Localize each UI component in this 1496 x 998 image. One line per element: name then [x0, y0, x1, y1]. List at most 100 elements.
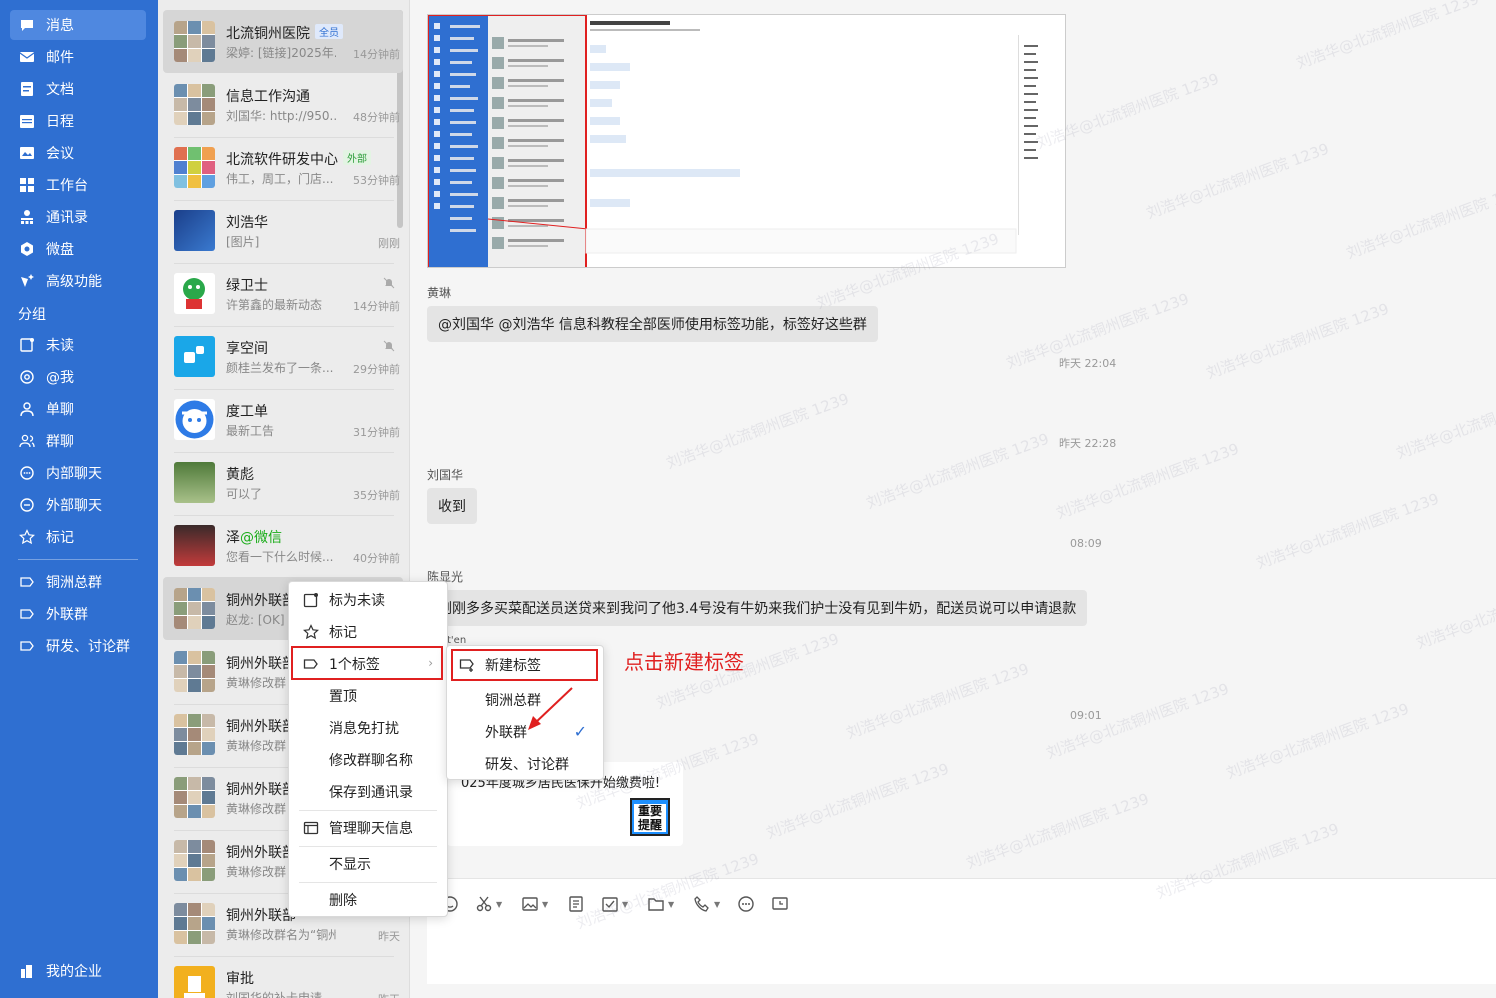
- menu-manage-chat[interactable]: 管理聊天信息: [289, 812, 447, 844]
- chat-list-item[interactable]: 享空间 颜桂兰发布了一条... 29分钟前: [163, 325, 403, 388]
- menu-mute[interactable]: 消息免打扰: [289, 712, 447, 744]
- chat-list-item[interactable]: 度工单 最新工告 31分钟前: [163, 388, 403, 451]
- chat-name: 度工单: [226, 401, 268, 421]
- message-bubble[interactable]: 刚刚多多买菜配送员送贷来到我问了他3.4号没有牛奶来我们护士没有见到牛奶，配送员…: [427, 590, 1088, 626]
- nav-item-label: 会议: [46, 146, 74, 162]
- chat-list-item[interactable]: 北流铜州医院 全员 梁婷: [链接]2025年... 14分钟前: [163, 10, 403, 73]
- chat-list-item[interactable]: 信息工作沟通 刘国华: http://950... 48分钟前: [163, 73, 403, 136]
- message-timestamp: 昨天 22:04: [1059, 357, 1117, 370]
- nav-group-at-me[interactable]: @我: [10, 362, 146, 392]
- nav-item-calendar[interactable]: 日程: [10, 106, 146, 136]
- nav-item-label: 消息: [46, 18, 74, 34]
- chat-time: 29分钟前: [353, 363, 400, 376]
- screenshot-button[interactable]: ▼: [475, 893, 502, 915]
- schedule-button[interactable]: [771, 893, 789, 915]
- nav-tag-external[interactable]: 外联群: [10, 599, 146, 629]
- nav-item-drive[interactable]: 微盘: [10, 234, 146, 264]
- watermark-text: 刘浩华@北流铜州医院 1239: [763, 759, 952, 843]
- menu-mark-unread[interactable]: 标为未读: [289, 584, 447, 616]
- submenu-new-tag[interactable]: 新建标签: [447, 649, 603, 681]
- image-icon: [522, 897, 538, 911]
- nav-item-contacts[interactable]: 通讯录: [10, 202, 146, 232]
- call-button[interactable]: ▼: [693, 893, 720, 915]
- tag-icon: [303, 659, 318, 669]
- nav-group-external[interactable]: 外部聊天: [10, 490, 146, 520]
- nav-item-label: 通讯录: [46, 210, 88, 226]
- chat-name-text: 审批: [226, 971, 254, 987]
- message-timestamp: 昨天 22:28: [1059, 437, 1117, 450]
- nav-item-messages[interactable]: 消息: [10, 10, 146, 40]
- nav-tag-tongzhou[interactable]: 铜洲总群: [10, 567, 146, 597]
- nav-group-internal[interactable]: 内部聊天: [10, 458, 146, 488]
- nav-my-enterprise[interactable]: 我的企业: [10, 956, 146, 986]
- menu-delete[interactable]: 删除: [289, 884, 447, 916]
- chevron-down-icon: ▼: [496, 899, 503, 909]
- clock-message-icon: [772, 897, 788, 910]
- menu-item-label: 1个标签: [329, 657, 380, 673]
- folder-icon: [648, 898, 664, 911]
- chat-list-item[interactable]: 绿卫士 许第鑫的最新动态 14分钟前: [163, 262, 403, 325]
- chat-time: 14分钟前: [353, 300, 400, 313]
- nav-item-advanced[interactable]: 高级功能: [10, 266, 146, 296]
- avatar: [174, 588, 215, 629]
- chat-name: 铜州外联部: [226, 842, 296, 862]
- chat-list-item[interactable]: 泽@微信 您看一下什么时候... 40分钟前: [163, 514, 403, 577]
- submenu-tag-rd[interactable]: 研发、讨论群: [447, 748, 603, 780]
- image-button[interactable]: ▼: [521, 893, 548, 915]
- nav-item-docs[interactable]: 文档: [10, 74, 146, 104]
- avatar: [174, 147, 215, 188]
- chat-preview: 颜桂兰发布了一条...: [226, 361, 334, 375]
- phone-icon: [694, 896, 709, 912]
- document-button[interactable]: [567, 893, 585, 915]
- submenu-tag-tongzhou[interactable]: 铜洲总群: [447, 684, 603, 716]
- submenu-item-label: 外联群: [485, 725, 527, 741]
- menu-save-contacts[interactable]: 保存到通讯录: [289, 776, 447, 808]
- chat-preview: 最新工告: [226, 424, 275, 438]
- nav-group-single-chat[interactable]: 单聊: [10, 394, 146, 424]
- message-input-area[interactable]: ▼ ▼ ▼ ▼ ▼: [427, 878, 1496, 984]
- chat-list-item[interactable]: 刘浩华 [图片] 刚刚: [163, 199, 403, 262]
- chat-name-text: 铜州外联部: [226, 782, 296, 798]
- star-icon: [303, 624, 319, 640]
- chat-list-item[interactable]: 北流软件研发中心 外部 伟工，周工，门店... 53分钟前: [163, 136, 403, 199]
- unread-icon: [18, 336, 36, 354]
- nav-group-unread[interactable]: 未读: [10, 330, 146, 360]
- chat-name-text: 刘浩华: [226, 215, 268, 231]
- chat-time: 昨天: [378, 930, 400, 943]
- nav-group-group-chat[interactable]: 群聊: [10, 426, 146, 456]
- submenu-tag-external[interactable]: 外联群 ✓: [447, 716, 603, 748]
- menu-divider: [299, 810, 437, 811]
- submenu-item-label: 新建标签: [485, 658, 541, 674]
- folder-button[interactable]: ▼: [647, 893, 674, 915]
- todo-button[interactable]: ▼: [601, 893, 628, 915]
- menu-tags[interactable]: 1个标签 ›: [289, 648, 447, 680]
- menu-item-label: 标记: [329, 625, 357, 641]
- chat-name: 审批: [226, 968, 254, 988]
- conversation-pane: 黄琳 @刘国华 @刘浩华 信息科教程全部医师使用标签功能，标签好这些群 昨天 2…: [411, 0, 1496, 998]
- menu-rename-group[interactable]: 修改群聊名称: [289, 744, 447, 776]
- chat-name-text: 铜州外联部: [226, 908, 296, 924]
- nav-item-mail[interactable]: 邮件: [10, 42, 146, 72]
- menu-mark-star[interactable]: 标记: [289, 616, 447, 648]
- menu-hide[interactable]: 不显示: [289, 848, 447, 880]
- message-bubble[interactable]: 收到: [427, 488, 477, 524]
- more-button[interactable]: [737, 893, 755, 915]
- menu-pin[interactable]: 置顶: [289, 680, 447, 712]
- chat-name-text: 北流铜州医院: [226, 26, 310, 42]
- message-bubble[interactable]: @刘国华 @刘浩华 信息科教程全部医师使用标签功能，标签好这些群: [427, 306, 878, 342]
- chat-time: 35分钟前: [353, 489, 400, 502]
- nav-tag-rd[interactable]: 研发、讨论群: [10, 631, 146, 661]
- shared-screenshot-image[interactable]: [427, 14, 1066, 268]
- chevron-down-icon: ▼: [542, 899, 549, 909]
- nav-item-meeting[interactable]: 会议: [10, 138, 146, 168]
- nav-item-workbench[interactable]: 工作台: [10, 170, 146, 200]
- chat-list-item[interactable]: 审批刘国华的补卡申请 昨天: [163, 955, 403, 998]
- person-icon: [18, 400, 36, 418]
- meeting-icon: [18, 144, 36, 162]
- nav-item-label: 单聊: [46, 402, 74, 418]
- nav-group-marked[interactable]: 标记: [10, 522, 146, 552]
- chat-badge: 全员: [315, 24, 343, 39]
- chat-list-item[interactable]: 黄彪 可以了 35分钟前: [163, 451, 403, 514]
- watermark-text: 刘浩华@北流铜州医院 1239: [1343, 179, 1496, 263]
- avatar: [174, 966, 215, 998]
